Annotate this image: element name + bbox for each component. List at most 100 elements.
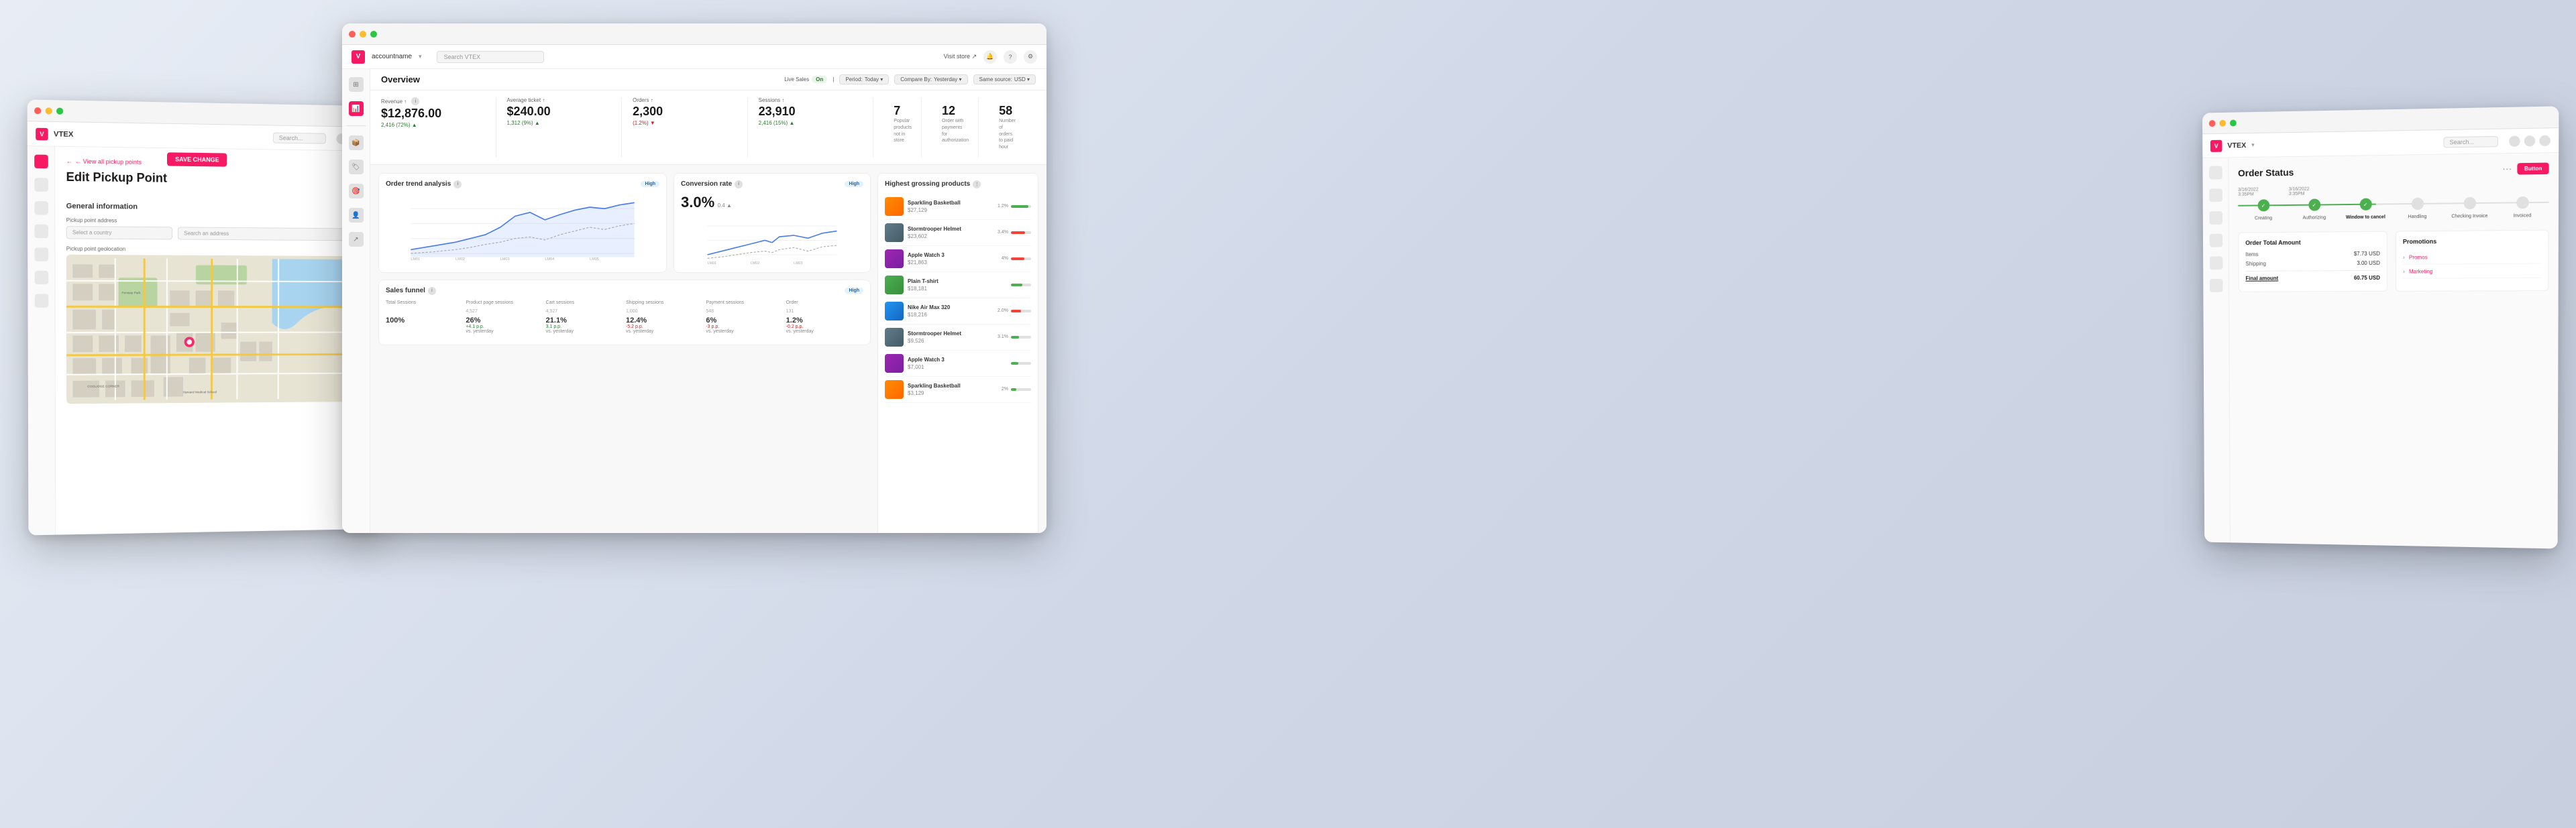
metric-orders-change: (1.2%) ▼ xyxy=(633,120,737,126)
search-bar-center[interactable]: Search VTEX xyxy=(437,51,544,63)
more-icon[interactable]: ⋯ xyxy=(2502,163,2512,175)
conversion-rate-title: Conversion rate xyxy=(681,180,732,188)
minimize-dot-right[interactable] xyxy=(2219,119,2226,126)
sales-funnel-header: Sales funnel i High xyxy=(386,287,863,295)
source-filter[interactable]: Same source: USD ▾ xyxy=(973,74,1036,84)
funnel-val-1: 26% +4.1 p.p. vs. yesterday xyxy=(466,316,543,334)
product-bar-6 xyxy=(1011,362,1031,365)
product-img-1 xyxy=(885,223,904,242)
sidebar-divider xyxy=(347,125,366,126)
brand-right: VTEX xyxy=(2227,141,2246,150)
product-info-0: Sparkling Basketball $27,129 xyxy=(908,200,961,213)
window-order-status: V VTEX ▾ Search... Order Status xyxy=(2202,106,2559,548)
sidebar-orders[interactable]: 📦 xyxy=(349,135,364,150)
order-status-button[interactable]: Button xyxy=(2518,163,2549,175)
period-filter[interactable]: Period: Today ▾ xyxy=(839,74,889,84)
compare-filter[interactable]: Compare By: Yesterday ▾ xyxy=(894,74,967,84)
settings-icon-center[interactable]: ⚙ xyxy=(1024,50,1037,64)
visit-store-link[interactable]: Visit store ↗ xyxy=(944,53,977,60)
sidebar-icon-share[interactable] xyxy=(34,294,48,307)
sidebar-icon-home[interactable] xyxy=(34,155,48,169)
sidebar-products[interactable]: 🏷 xyxy=(349,160,364,174)
dot-authorizing: ✓ xyxy=(2308,198,2320,211)
section-general-title: General information xyxy=(66,202,373,213)
sidebar-right-products[interactable] xyxy=(2209,211,2222,225)
order-status-content: Order Status ⋯ Button 3/16/2022 3:35PM 3… xyxy=(2229,153,2559,548)
maximize-dot-center[interactable] xyxy=(370,31,377,38)
sidebar-icon-orders[interactable] xyxy=(34,178,48,192)
tl-label-invoiced: Invoiced xyxy=(2496,213,2549,219)
sidebar-share[interactable]: ↗ xyxy=(349,232,364,247)
funnel-raw-nums: 4,527 4,527 1,000 548 131 xyxy=(386,309,863,314)
live-sales-toggle[interactable]: Live Sales On xyxy=(784,76,827,83)
close-dot-center[interactable] xyxy=(349,31,356,38)
product-img-4 xyxy=(885,302,904,320)
dot-invoiced xyxy=(2516,196,2528,209)
save-change-button[interactable]: SAVE CHANGE xyxy=(167,152,227,166)
maximize-dot-right[interactable] xyxy=(2230,119,2237,126)
svg-text:LM03: LM03 xyxy=(794,261,802,265)
product-info-2: Apple Watch 3 $21,863 xyxy=(908,252,945,265)
analytics-body: Order trend analysis i High xyxy=(370,165,1046,533)
funnel-val-2: 21.1% 3.1 p.p. vs. yesterday xyxy=(546,316,623,334)
close-dot[interactable] xyxy=(34,107,41,113)
sidebar-analytics[interactable]: 📊 xyxy=(349,101,364,116)
sidebar-home[interactable]: ⊞ xyxy=(349,77,364,92)
product-bar-4: 2.0% xyxy=(998,308,1031,313)
shipping-row: Shipping 3.00 USD xyxy=(2245,260,2380,267)
product-item-2: Apple Watch 3 $21,863 4% xyxy=(885,246,1031,272)
toggle-on-badge: On xyxy=(812,76,827,83)
help-icon-right[interactable] xyxy=(2524,135,2535,146)
promo-item-0[interactable]: › Promos xyxy=(2403,249,2541,265)
help-icon-center[interactable]: ? xyxy=(1004,50,1017,64)
sidebar-right-home[interactable] xyxy=(2209,166,2222,179)
maximize-dot[interactable] xyxy=(56,107,63,114)
sidebar-right-settings[interactable] xyxy=(2209,256,2222,270)
sidebar-right-promotions[interactable] xyxy=(2209,234,2222,247)
window-bar-center xyxy=(342,23,1046,45)
promotions-card: Promotions › Promos › Marketing xyxy=(2396,230,2549,292)
funnel-values: 100% 26% +4.1 p.p. vs. yesterday 21.1% 3… xyxy=(386,316,863,334)
dot-window-cancel: ✓ xyxy=(2359,198,2371,211)
promo-item-1[interactable]: › Marketing xyxy=(2403,264,2541,279)
sidebar-left xyxy=(28,146,56,535)
window-edit-pickup: V VTEX Search... ← View all pickup point… xyxy=(28,100,384,536)
sidebar-icon-settings[interactable] xyxy=(34,247,48,261)
close-dot-right[interactable] xyxy=(2209,120,2216,127)
map-container[interactable]: Fenway Park COOLIDGE CORNER Harvard Medi… xyxy=(66,255,373,404)
funnel-val-4: 6% -3 p.p. vs. yesterday xyxy=(706,316,783,334)
minimize-dot-center[interactable] xyxy=(360,31,366,38)
search-bar-right[interactable]: Search... xyxy=(2443,135,2498,147)
sidebar-promotions[interactable]: 🎯 xyxy=(349,184,364,198)
stat-orders-paid: 58 Number of orders to paid hour xyxy=(989,97,1025,158)
bell-icon-center[interactable]: 🔔 xyxy=(983,50,997,64)
product-img-2 xyxy=(885,249,904,268)
sidebar-users[interactable]: 👤 xyxy=(349,208,364,223)
items-row: Items $7.73 USD xyxy=(2245,251,2380,257)
product-item-0: Sparkling Basketball $27,129 1.2% xyxy=(885,194,1031,220)
sidebar-icon-analytics[interactable] xyxy=(34,271,48,284)
tl-date-5 xyxy=(2496,184,2549,194)
bell-icon-right[interactable] xyxy=(2509,135,2520,147)
bar-5 xyxy=(1011,336,1031,339)
search-bar-left[interactable]: Search... xyxy=(273,132,326,143)
tl-date-4 xyxy=(2443,184,2496,194)
bar-3 xyxy=(1011,284,1031,286)
sidebar-right-share[interactable] xyxy=(2209,279,2222,292)
window-analytics: V accountname ▾ Search VTEX Visit store … xyxy=(342,23,1046,533)
minimize-dot[interactable] xyxy=(46,107,52,114)
charts-column: Order trend analysis i High xyxy=(378,173,871,533)
stat-boxes-group: 7 Popular products not in store 12 Order… xyxy=(873,97,1036,158)
tl-label-handling: Handling xyxy=(2392,214,2444,221)
funnel-header-0: Total Sessions xyxy=(386,300,463,305)
metric-revenue-label: Revenue ↑ i xyxy=(381,97,485,105)
sidebar-icon-promotions[interactable] xyxy=(34,225,48,239)
tl-date-3 xyxy=(2392,185,2444,195)
metrics-row: Revenue ↑ i $12,876.00 2,416 (72%) ▲ Ave… xyxy=(370,91,1046,165)
stat-num-12: 12 xyxy=(942,104,969,118)
sidebar-right-orders[interactable] xyxy=(2209,188,2222,202)
settings-icon-right[interactable] xyxy=(2539,135,2551,146)
tl-label-authorizing: Authorizing xyxy=(2289,215,2340,221)
country-select[interactable]: Select a country xyxy=(66,226,172,239)
sidebar-icon-products[interactable] xyxy=(34,201,48,215)
